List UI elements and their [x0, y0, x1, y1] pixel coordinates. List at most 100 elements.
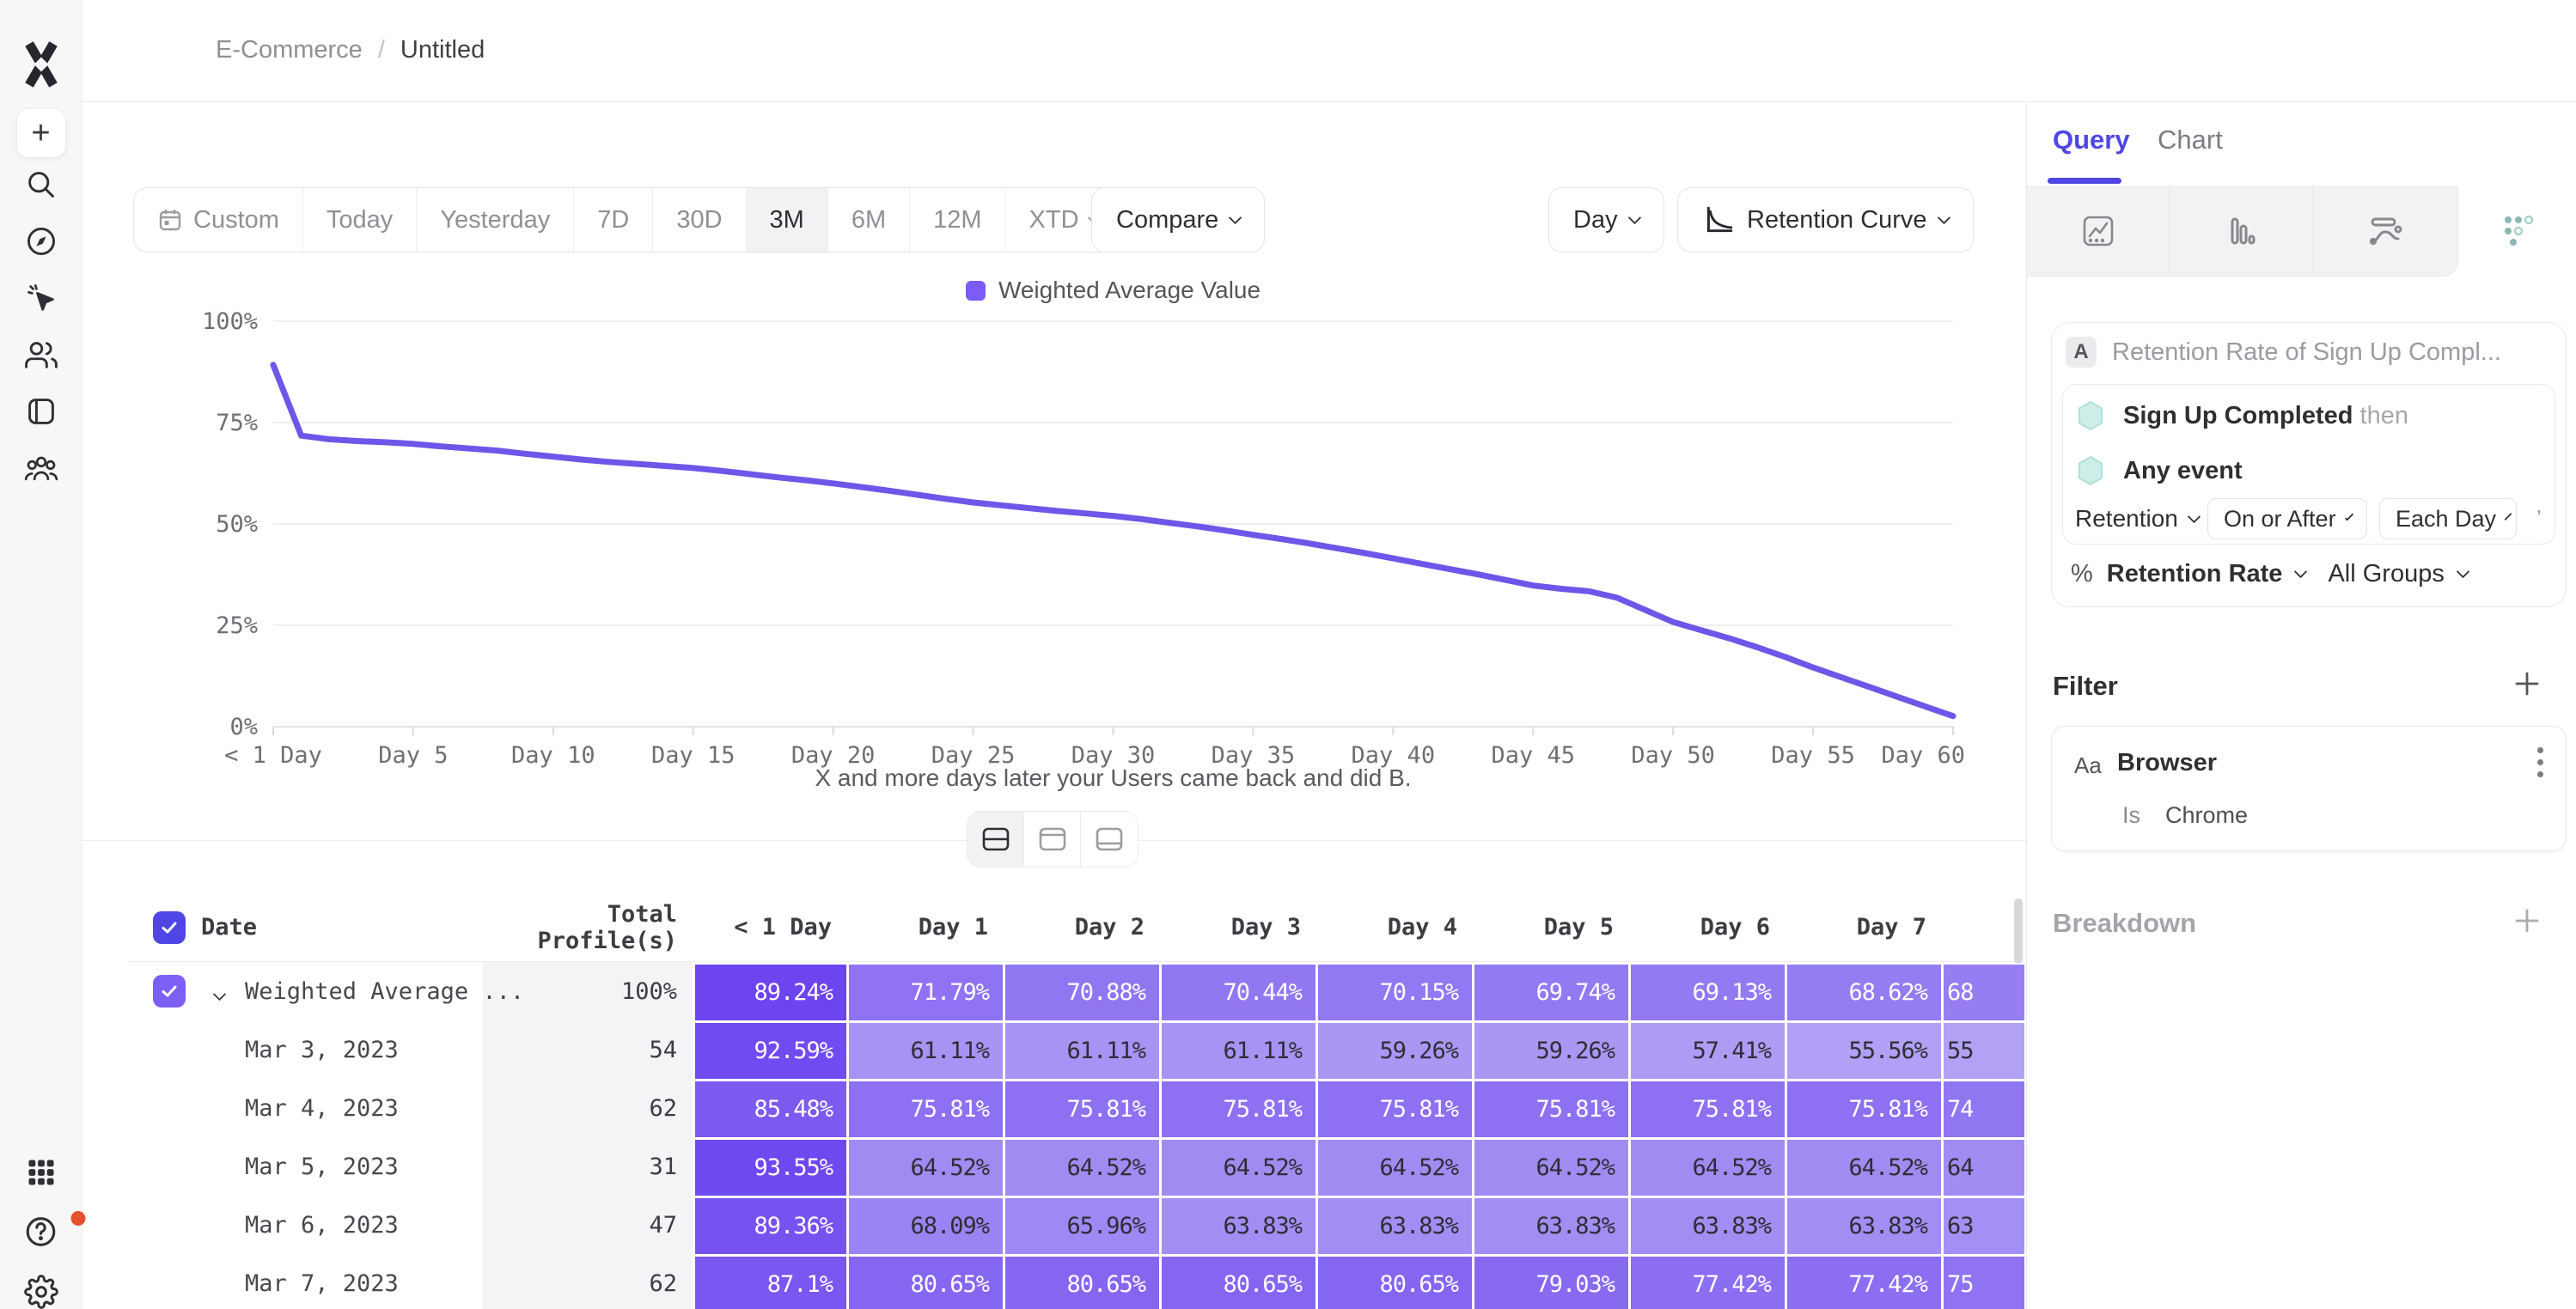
retention-cell: 65.96%: [1005, 1196, 1162, 1254]
event-step-1[interactable]: Sign Up Completed then: [2077, 400, 2408, 431]
granularity-dropdown[interactable]: Day: [1548, 187, 1664, 253]
breadcrumb-separator: /: [378, 36, 385, 64]
breadcrumb-report-name[interactable]: Untitled: [400, 36, 485, 64]
breadcrumb-project[interactable]: E-Commerce: [216, 36, 363, 64]
range-today[interactable]: Today: [303, 188, 417, 252]
add-breakdown-button[interactable]: [2512, 906, 2542, 935]
retention-chart-tab[interactable]: [2458, 186, 2576, 277]
row-label-cell: Mar 7, 2023: [129, 1254, 483, 1309]
retention-cell: 64.52%: [1162, 1137, 1318, 1196]
query-card: A Retention Rate of Sign Up Compl... Sig…: [2051, 322, 2567, 607]
retention-cell: 69.74%: [1474, 962, 1631, 1020]
header-day-6: Day 6: [1631, 914, 1787, 941]
events-cursor-icon[interactable]: [25, 282, 58, 314]
apps-grid-icon[interactable]: [25, 1156, 58, 1189]
table-scrollbar[interactable]: [2014, 898, 2023, 964]
retention-cell: 63.83%: [1631, 1196, 1787, 1254]
select-all-checkbox[interactable]: [153, 911, 186, 944]
measure-row: % Retention Rate All Groups: [2071, 560, 2468, 588]
retention-cell: 55.56%: [1787, 1020, 1944, 1079]
chart-type-dropdown[interactable]: Retention Curve: [1677, 187, 1974, 253]
y-axis-tick: 75%: [216, 410, 258, 436]
filter-operator[interactable]: Is: [2122, 802, 2140, 829]
add-filter-button[interactable]: [2512, 669, 2542, 698]
chart-type-tabs: [2027, 186, 2576, 277]
range-3m[interactable]: 3M: [747, 188, 828, 252]
top-bar: E-Commerce / Untitled: [82, 0, 2576, 102]
range-label: 12M: [933, 206, 981, 234]
layout-chart-only-button[interactable]: [1024, 812, 1081, 867]
funnel-chart-tab[interactable]: [2170, 186, 2313, 277]
layout-table-only-button[interactable]: [1081, 812, 1138, 867]
header-day-1: Day 1: [849, 914, 1005, 941]
retention-cell-clipped: 64: [1944, 1137, 2024, 1196]
flows-chart-tab[interactable]: [2313, 186, 2458, 277]
range-6m[interactable]: 6M: [828, 188, 910, 252]
layout-split-button[interactable]: [968, 812, 1024, 867]
compare-button[interactable]: Compare: [1091, 187, 1265, 253]
header-total-profiles: Total Profile(s): [483, 901, 693, 954]
retention-cell: 80.65%: [1005, 1254, 1162, 1309]
range-label: 6M: [852, 206, 886, 234]
insights-chart-tab[interactable]: [2027, 186, 2170, 277]
cohorts-icon[interactable]: [24, 452, 58, 484]
row-label-cell: Mar 3, 2023: [129, 1020, 483, 1079]
retention-cell: 57.41%: [1631, 1020, 1787, 1079]
event-step-2[interactable]: Any event: [2077, 455, 2243, 486]
tab-query[interactable]: Query: [2053, 125, 2130, 155]
retention-cell: 71.79%: [849, 962, 1005, 1020]
percent-icon: %: [2071, 560, 2093, 588]
range-12m[interactable]: 12M: [910, 188, 1005, 252]
range-label: 30D: [676, 206, 722, 234]
range-7d[interactable]: 7D: [574, 188, 653, 252]
filter-card[interactable]: Aa Browser Is Chrome: [2051, 726, 2567, 851]
retention-cell: 80.65%: [849, 1254, 1005, 1309]
retention-cell: 75.81%: [1474, 1079, 1631, 1137]
range-label: 3M: [770, 206, 804, 234]
window-label: On or After: [2224, 506, 2336, 533]
explore-compass-icon[interactable]: [25, 225, 58, 258]
range-yesterday[interactable]: Yesterday: [417, 188, 574, 252]
y-axis-tick: 100%: [202, 308, 258, 335]
bucket-dropdown[interactable]: Each Day: [2379, 498, 2517, 539]
total-profiles-cell: 47: [483, 1196, 693, 1254]
search-icon[interactable]: [25, 168, 58, 201]
expand-chevron-icon[interactable]: [215, 978, 224, 1005]
retention-cell: 64.52%: [1474, 1137, 1631, 1196]
range-30d[interactable]: 30D: [653, 188, 746, 252]
range-custom[interactable]: Custom: [134, 188, 303, 252]
measure-dropdown[interactable]: Retention Rate: [2107, 560, 2283, 588]
create-new-button[interactable]: +: [16, 108, 66, 158]
legend-swatch: [966, 281, 986, 301]
retention-cell: 63.83%: [1162, 1196, 1318, 1254]
range-label: 7D: [597, 206, 629, 234]
header-date: Date: [129, 911, 483, 944]
header-day-3: Day 3: [1162, 914, 1318, 941]
query-title[interactable]: Retention Rate of Sign Up Compl...: [2112, 338, 2501, 367]
retention-cell-clipped: 63: [1944, 1196, 2024, 1254]
filter-value[interactable]: Chrome: [2165, 802, 2248, 829]
tab-chart[interactable]: Chart: [2158, 125, 2223, 155]
filter-menu-icon[interactable]: [2537, 747, 2543, 777]
library-panel-icon[interactable]: [25, 395, 58, 428]
users-icon[interactable]: [25, 338, 58, 371]
row-checkbox[interactable]: [153, 975, 186, 1008]
row-label: Mar 5, 2023: [245, 1154, 399, 1180]
retention-cell-clipped: 75: [1944, 1254, 2024, 1309]
row-label: Mar 4, 2023: [245, 1095, 399, 1122]
y-axis-tick: 25%: [216, 612, 258, 639]
help-icon[interactable]: [0, 1215, 82, 1249]
settings-gear-icon[interactable]: [24, 1275, 58, 1309]
series-badge: A: [2066, 337, 2097, 368]
filter-property[interactable]: Browser: [2117, 749, 2217, 777]
retention-cell: 64.52%: [1318, 1137, 1474, 1196]
retention-cell: 68.62%: [1787, 962, 1944, 1020]
retention-cell: 79.03%: [1474, 1254, 1631, 1309]
window-dropdown[interactable]: On or After: [2207, 498, 2367, 539]
retention-mode-dropdown[interactable]: Retention: [2075, 505, 2199, 533]
header--1-day: < 1 Day: [693, 914, 849, 941]
groups-dropdown[interactable]: All Groups: [2328, 560, 2444, 588]
chart-legend[interactable]: Weighted Average Value: [273, 277, 1953, 304]
retention-cell: 61.11%: [1005, 1020, 1162, 1079]
retention-cell: 59.26%: [1474, 1020, 1631, 1079]
